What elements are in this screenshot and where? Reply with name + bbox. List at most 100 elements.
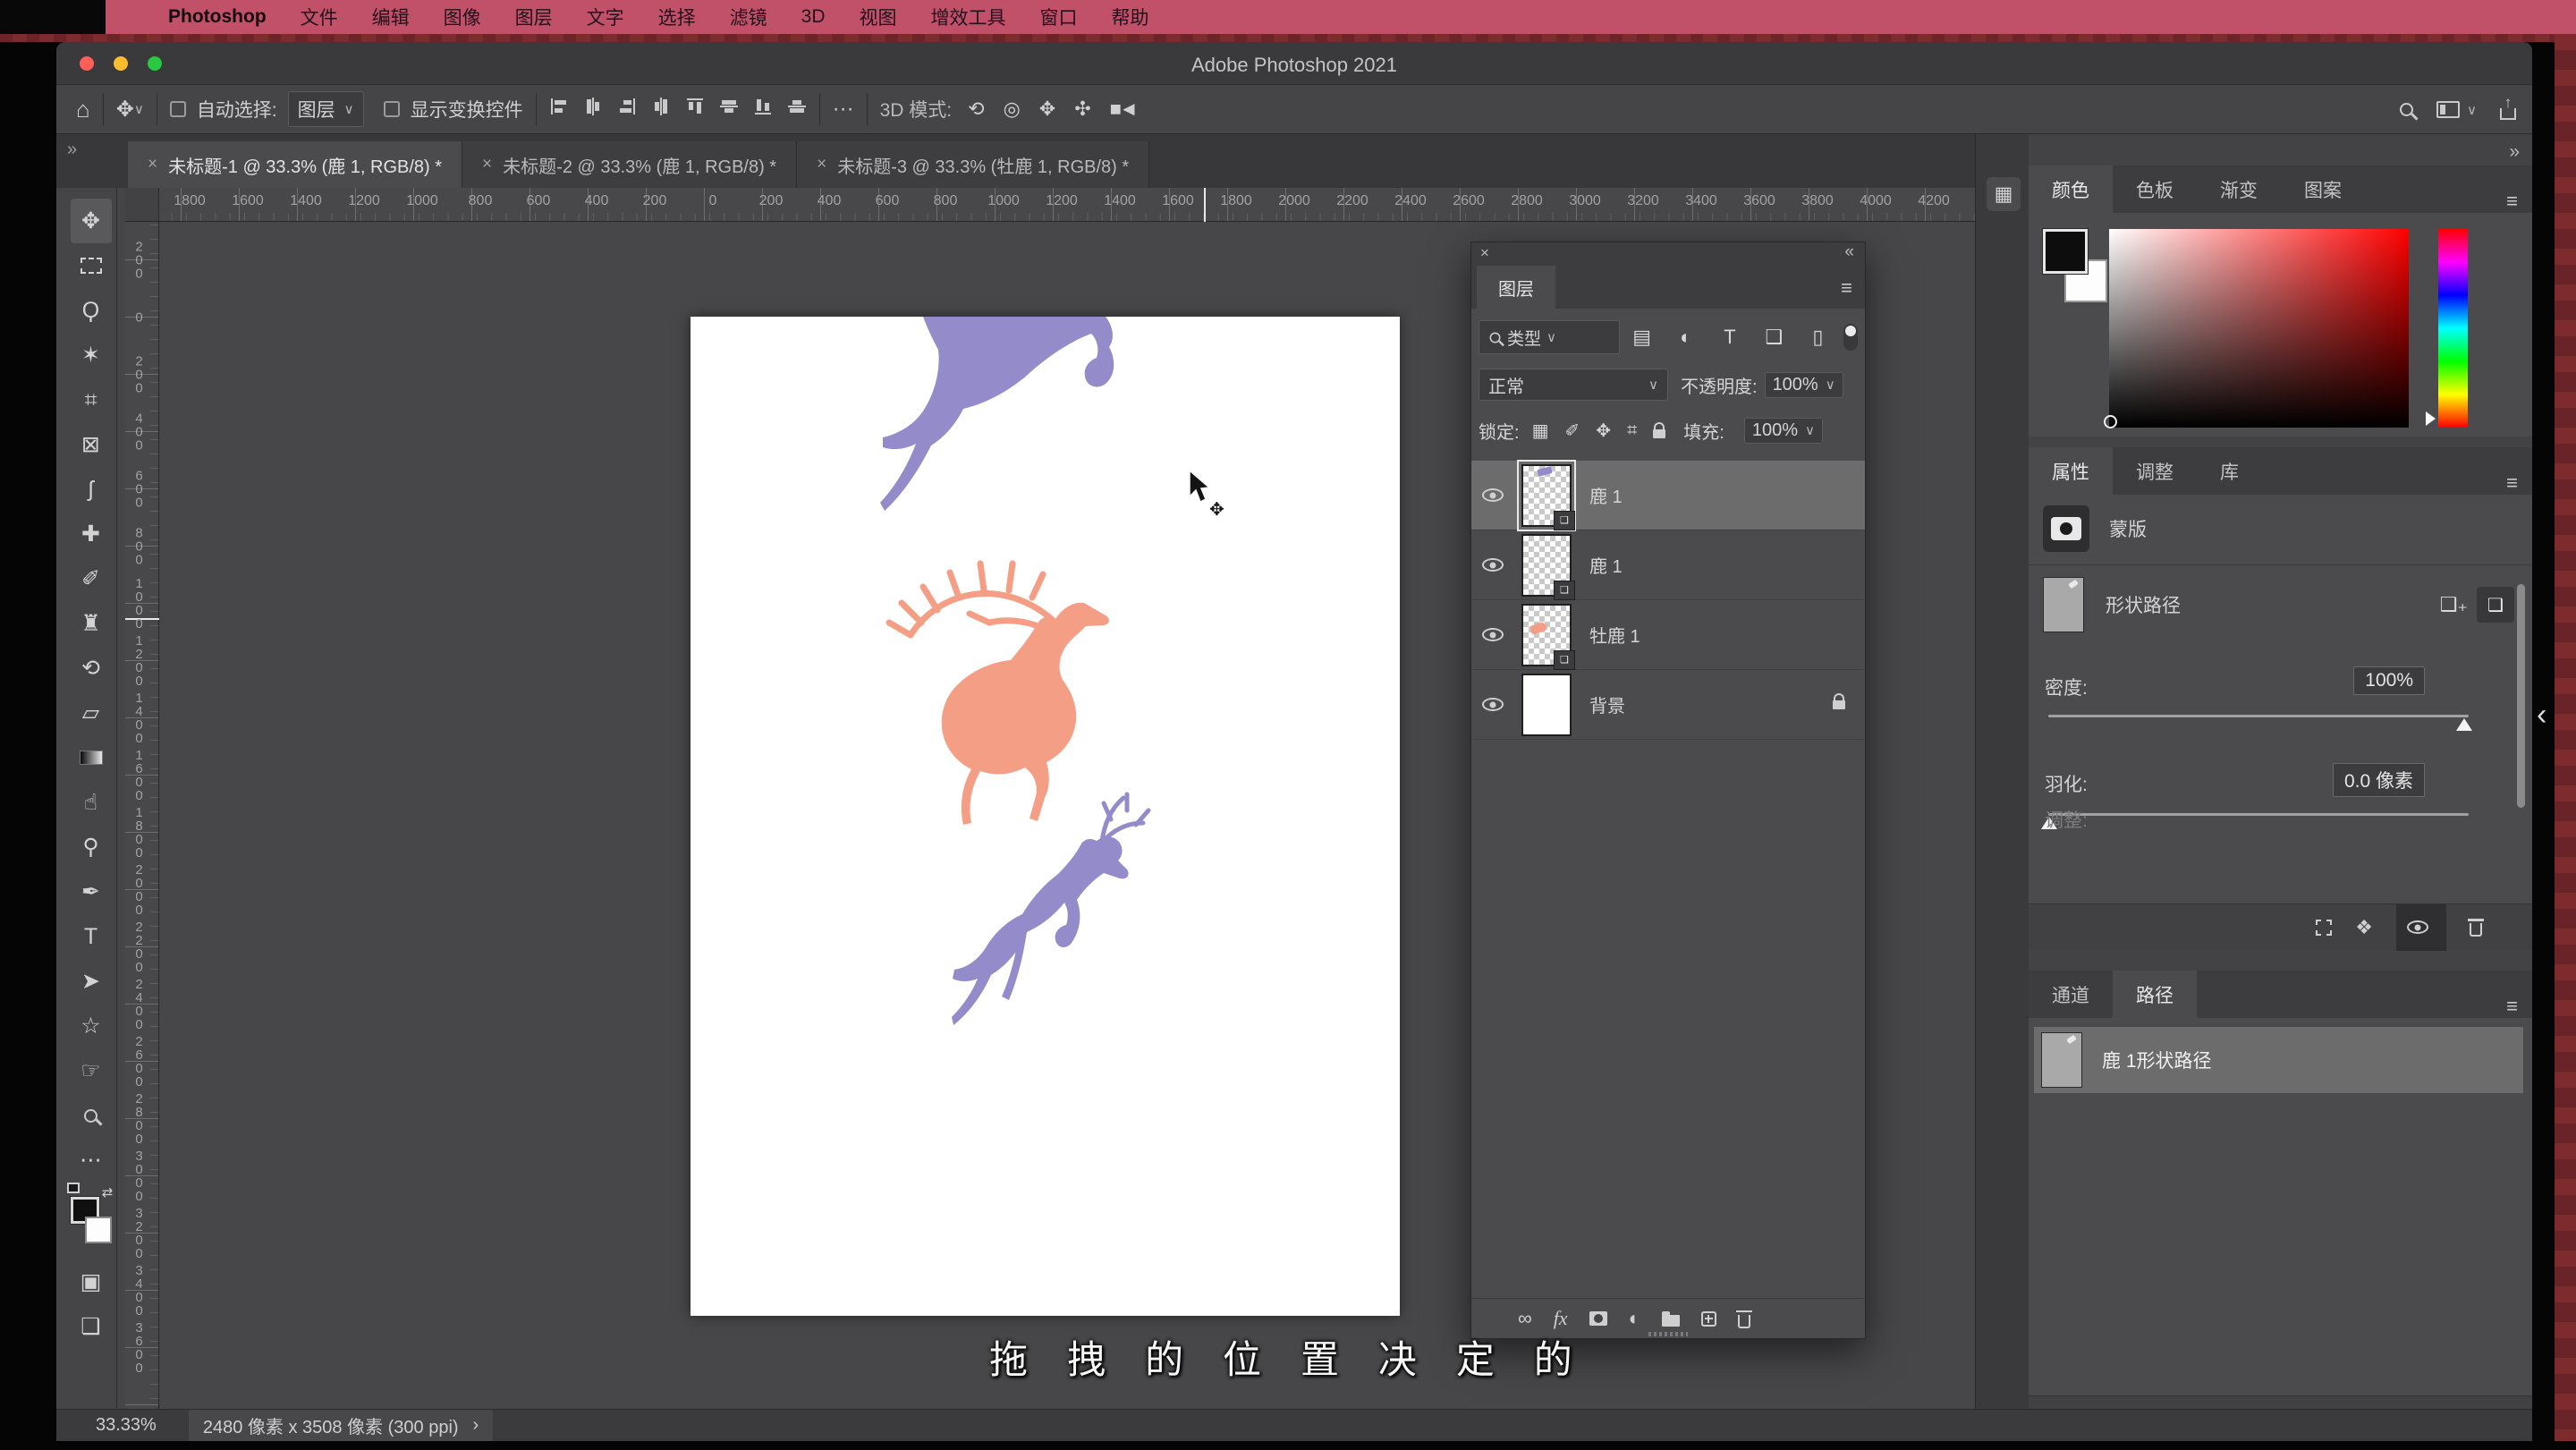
move-tool-icon[interactable]: ✥ [116, 97, 134, 123]
layer-row-1[interactable]: ❑ 鹿 1 [1471, 461, 1865, 530]
disable-mask-icon[interactable] [2396, 904, 2446, 951]
rectangular-marquee-tool[interactable] [71, 243, 112, 288]
document-tab-1[interactable]: × 未标题-1 @ 33.3% (鹿 1, RGB/8) * [128, 141, 462, 188]
tab-paths[interactable]: 路径 [2113, 971, 2197, 1018]
menu-item-3D[interactable]: 3D [801, 6, 826, 28]
workspace-layout-icon[interactable] [2436, 101, 2460, 118]
align-top-edges-icon[interactable] [685, 97, 705, 122]
panel-menu-icon[interactable]: ≡ [2506, 471, 2518, 495]
tab-color[interactable]: 颜色 [2029, 165, 2113, 213]
zoom-level[interactable]: 33.33% [96, 1415, 157, 1436]
3d-camera-icon[interactable]: ■◄ [1110, 98, 1136, 121]
auto-select-dropdown[interactable]: 图层 ∨ [288, 91, 364, 127]
3d-slide-icon[interactable]: ✣ [1074, 98, 1088, 121]
adjustment-layer-icon[interactable]: ◐ [1629, 1307, 1640, 1330]
layer-row-3[interactable]: ❑牡鹿 1 [1471, 600, 1865, 670]
layer-name[interactable]: 鹿 1 [1589, 482, 1623, 508]
fill-value[interactable]: 100% ∨ [1744, 418, 1823, 444]
tab-layers[interactable]: 图层 [1477, 266, 1555, 309]
custom-shape-tool[interactable]: ☆ [71, 1004, 112, 1048]
menu-item-视图[interactable]: 视图 [860, 4, 897, 30]
layer-name[interactable]: 背景 [1589, 691, 1625, 717]
move-tool[interactable]: ✥ [71, 199, 112, 243]
close-tab-icon[interactable]: × [817, 155, 826, 174]
tab-swatches[interactable]: 色板 [2113, 165, 2197, 213]
chevron-down-icon[interactable]: ∨ [134, 101, 144, 117]
horizontal-ruler[interactable]: 1800160014001200100080060040020002004006… [125, 188, 1975, 222]
lasso-tool[interactable]: Ϙ [71, 288, 112, 333]
3d-orbit-icon[interactable]: ⟲ [968, 98, 981, 121]
share-icon[interactable] [2500, 108, 2516, 120]
align-left-edges-icon[interactable] [549, 97, 569, 122]
add-layer-mask-icon[interactable] [1589, 1311, 1607, 1326]
3d-pan-icon[interactable]: ✥ [1039, 98, 1053, 121]
document-info[interactable]: 2480 像素 x 3508 像素 (300 ppi) › [189, 1410, 493, 1441]
default-colors-icon[interactable] [67, 1183, 80, 1193]
tab-gradients[interactable]: 渐变 [2197, 165, 2281, 213]
lock-transparent-icon[interactable]: ▦ [1532, 420, 1549, 442]
lock-position-icon[interactable]: ✥ [1596, 420, 1611, 442]
menu-item-图层[interactable]: 图层 [515, 4, 553, 30]
layer-row-2[interactable]: ❑鹿 1 [1471, 530, 1865, 600]
hand-tool[interactable]: ☞ [71, 1048, 112, 1093]
new-group-icon[interactable] [1662, 1310, 1680, 1327]
background-color-swatch[interactable] [85, 1217, 112, 1243]
layer-thumbnail[interactable] [1521, 674, 1572, 736]
density-slider[interactable] [2048, 715, 2469, 717]
blend-mode-dropdown[interactable]: 正常 ∨ [1479, 369, 1668, 401]
menu-item-图像[interactable]: 图像 [444, 4, 481, 30]
document-tab-2[interactable]: × 未标题-2 @ 33.3% (鹿 1, RGB/8) * [462, 141, 797, 188]
menu-item-窗口[interactable]: 窗口 [1040, 4, 1078, 30]
swap-colors-icon[interactable]: ⇄ [102, 1184, 114, 1200]
auto-select-checkbox[interactable] [170, 101, 186, 117]
delete-mask-icon[interactable] [2470, 918, 2482, 937]
visibility-eye-icon[interactable] [1482, 558, 1504, 572]
close-panel-icon[interactable]: × [1480, 244, 1489, 262]
distribute-vertical-icon[interactable] [787, 97, 807, 122]
shape-path-row[interactable]: 形状路径 ❑₊ ❑ [2043, 577, 2514, 632]
lock-paint-icon[interactable]: ✐ [1564, 420, 1580, 442]
align-right-edges-icon[interactable] [617, 97, 637, 122]
panel-resize-grip[interactable] [1648, 1332, 1688, 1336]
align-horizontal-centers-icon[interactable] [583, 97, 603, 122]
menu-item-文字[interactable]: 文字 [587, 4, 624, 30]
layer-thumbnail[interactable]: ❑ [1521, 464, 1572, 527]
type-tool[interactable]: T [71, 914, 112, 959]
filter-pixel-layers-icon[interactable]: ▤ [1620, 326, 1664, 349]
visibility-eye-icon[interactable] [1482, 488, 1504, 502]
layers-panel-header[interactable]: × « [1471, 242, 1865, 266]
filter-type-layers-icon[interactable]: T [1707, 326, 1751, 349]
hue-slider-marker[interactable] [2426, 411, 2436, 426]
window-titlebar[interactable]: Adobe Photoshop 2021 [56, 42, 2532, 85]
eyedropper-tool[interactable]: ʃ [71, 467, 112, 512]
distribute-horizontal-icon[interactable] [651, 97, 671, 122]
align-vertical-centers-icon[interactable] [719, 97, 739, 122]
color-saturation-field[interactable] [2109, 229, 2409, 428]
magic-wand-tool[interactable]: ✶ [71, 333, 112, 377]
density-slider-thumb[interactable] [2456, 718, 2472, 731]
menu-item-Photoshop[interactable]: Photoshop [168, 6, 267, 28]
clone-stamp-tool[interactable]: ♜ [71, 601, 112, 646]
panel-menu-icon[interactable]: ≡ [2506, 995, 2518, 1018]
collapsed-panel-icon[interactable]: ▦ [1987, 177, 2021, 211]
tab-patterns[interactable]: 图案 [2281, 165, 2365, 213]
document-tab-3[interactable]: × 未标题-3 @ 33.3% (牡鹿 1, RGB/8) * [797, 141, 1149, 188]
3d-roll-icon[interactable]: ◎ [1004, 98, 1018, 121]
tab-properties[interactable]: 属性 [2029, 447, 2113, 495]
menu-item-滤镜[interactable]: 滤镜 [730, 4, 767, 30]
lock-all-icon[interactable] [1653, 429, 1665, 438]
history-brush-tool[interactable]: ⟲ [71, 646, 112, 691]
visibility-eye-icon[interactable] [1482, 698, 1504, 711]
panel-menu-icon[interactable]: ≡ [1841, 276, 1852, 300]
tab-libraries[interactable]: 库 [2197, 447, 2262, 495]
layer-thumbnail[interactable]: ❑ [1521, 534, 1572, 597]
add-shape-mask-icon[interactable]: ❑₊ [2440, 593, 2468, 616]
status-chevron-icon[interactable]: › [473, 1415, 479, 1436]
new-layer-icon[interactable] [1701, 1311, 1716, 1327]
menu-item-文件[interactable]: 文件 [301, 4, 338, 30]
collapse-panel-icon[interactable]: « [1844, 242, 1854, 262]
menu-item-增效工具[interactable]: 增效工具 [931, 4, 1006, 30]
path-item[interactable]: 鹿 1形状路径 [2034, 1027, 2523, 1093]
brush-tool[interactable]: ✐ [71, 556, 112, 601]
panel-menu-icon[interactable]: ≡ [2506, 190, 2518, 213]
